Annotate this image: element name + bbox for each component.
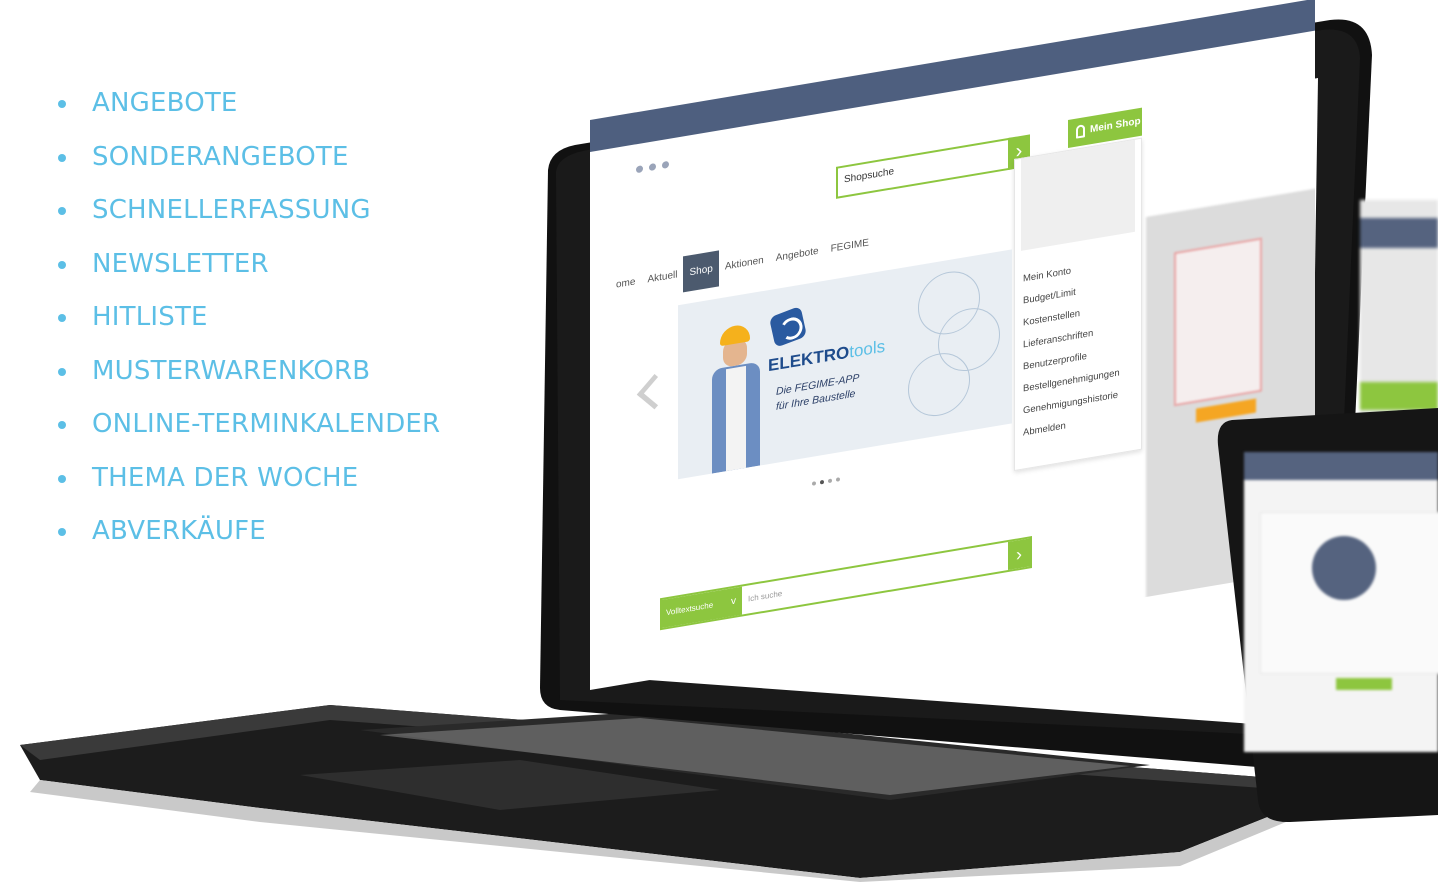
laptop-mockup: ome Aktuell Shop Aktionen Angebote FEGIM… (0, 0, 1438, 882)
phone-screen (1244, 452, 1438, 752)
phone-frame (1217, 408, 1438, 823)
